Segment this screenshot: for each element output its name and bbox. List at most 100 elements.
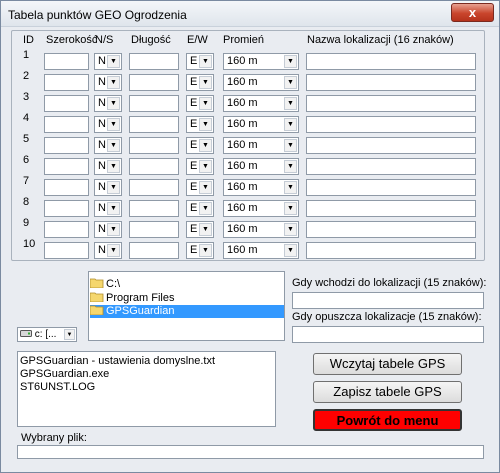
selected-file-field[interactable] — [17, 445, 484, 459]
longitude-input[interactable] — [129, 158, 179, 175]
chevron-down-icon[interactable]: ▼ — [107, 181, 120, 194]
chevron-down-icon[interactable]: ▼ — [107, 139, 120, 152]
longitude-input[interactable] — [129, 137, 179, 154]
ew-select[interactable]: E ▼ — [186, 179, 214, 196]
radius-select[interactable]: 160 m ▼ — [223, 137, 299, 154]
ew-select[interactable]: E ▼ — [186, 74, 214, 91]
longitude-input[interactable] — [129, 200, 179, 217]
radius-select[interactable]: 160 m ▼ — [223, 221, 299, 238]
chevron-down-icon[interactable]: ▼ — [284, 118, 297, 131]
longitude-input[interactable] — [129, 242, 179, 259]
ew-select[interactable]: E ▼ — [186, 200, 214, 217]
ew-select[interactable]: E ▼ — [186, 53, 214, 70]
load-gps-table-button[interactable]: Wczytaj tabele GPS — [313, 353, 462, 375]
location-name-input[interactable] — [306, 221, 476, 238]
radius-select[interactable]: 160 m ▼ — [223, 95, 299, 112]
dir-item-gpsguardian[interactable]: GPSGuardian — [90, 305, 284, 318]
file-item[interactable]: ST6UNST.LOG — [20, 381, 95, 393]
chevron-down-icon[interactable]: ▼ — [284, 97, 297, 110]
chevron-down-icon[interactable]: ▼ — [107, 202, 120, 215]
latitude-input[interactable] — [44, 116, 89, 133]
latitude-input[interactable] — [44, 179, 89, 196]
ns-select[interactable]: N ▼ — [94, 158, 122, 175]
location-name-input[interactable] — [306, 137, 476, 154]
longitude-input[interactable] — [129, 53, 179, 70]
longitude-input[interactable] — [129, 116, 179, 133]
longitude-input[interactable] — [129, 221, 179, 238]
chevron-down-icon[interactable]: ▼ — [199, 202, 212, 215]
longitude-input[interactable] — [129, 179, 179, 196]
chevron-down-icon[interactable]: ▼ — [199, 76, 212, 89]
ns-select[interactable]: N ▼ — [94, 95, 122, 112]
ew-select[interactable]: E ▼ — [186, 116, 214, 133]
radius-select[interactable]: 160 m ▼ — [223, 158, 299, 175]
chevron-down-icon[interactable]: ▼ — [199, 55, 212, 68]
ns-select[interactable]: N ▼ — [94, 200, 122, 217]
location-name-input[interactable] — [306, 179, 476, 196]
chevron-down-icon[interactable]: ▼ — [199, 139, 212, 152]
chevron-down-icon[interactable]: ▼ — [107, 55, 120, 68]
ew-select[interactable]: E ▼ — [186, 95, 214, 112]
location-name-input[interactable] — [306, 95, 476, 112]
chevron-down-icon[interactable]: ▼ — [64, 329, 75, 340]
save-gps-table-button[interactable]: Zapisz tabele GPS — [313, 381, 462, 403]
radius-select[interactable]: 160 m ▼ — [223, 116, 299, 133]
chevron-down-icon[interactable]: ▼ — [284, 244, 297, 257]
file-list[interactable]: GPSGuardian - ustawienia domyslne.txt GP… — [17, 351, 276, 427]
chevron-down-icon[interactable]: ▼ — [199, 223, 212, 236]
ew-select[interactable]: E ▼ — [186, 137, 214, 154]
exit-location-input[interactable] — [292, 326, 484, 343]
location-name-input[interactable] — [306, 116, 476, 133]
latitude-input[interactable] — [44, 221, 89, 238]
chevron-down-icon[interactable]: ▼ — [199, 118, 212, 131]
chevron-down-icon[interactable]: ▼ — [284, 181, 297, 194]
radius-select[interactable]: 160 m ▼ — [223, 74, 299, 91]
chevron-down-icon[interactable]: ▼ — [107, 76, 120, 89]
chevron-down-icon[interactable]: ▼ — [284, 76, 297, 89]
chevron-down-icon[interactable]: ▼ — [199, 181, 212, 194]
file-item[interactable]: GPSGuardian - ustawienia domyslne.txt — [20, 355, 215, 367]
chevron-down-icon[interactable]: ▼ — [107, 97, 120, 110]
latitude-input[interactable] — [44, 74, 89, 91]
close-button[interactable]: x — [451, 3, 494, 22]
location-name-input[interactable] — [306, 242, 476, 259]
chevron-down-icon[interactable]: ▼ — [284, 223, 297, 236]
latitude-input[interactable] — [44, 53, 89, 70]
radius-select[interactable]: 160 m ▼ — [223, 200, 299, 217]
ns-select[interactable]: N ▼ — [94, 242, 122, 259]
latitude-input[interactable] — [44, 137, 89, 154]
chevron-down-icon[interactable]: ▼ — [284, 55, 297, 68]
chevron-down-icon[interactable]: ▼ — [199, 244, 212, 257]
chevron-down-icon[interactable]: ▼ — [107, 160, 120, 173]
ns-select[interactable]: N ▼ — [94, 221, 122, 238]
location-name-input[interactable] — [306, 53, 476, 70]
chevron-down-icon[interactable]: ▼ — [284, 160, 297, 173]
dir-item-program-files[interactable]: Program Files — [90, 292, 174, 305]
radius-select[interactable]: 160 m ▼ — [223, 53, 299, 70]
back-to-menu-button[interactable]: Powrót do menu — [313, 409, 462, 431]
latitude-input[interactable] — [44, 200, 89, 217]
latitude-input[interactable] — [44, 158, 89, 175]
ns-select[interactable]: N ▼ — [94, 179, 122, 196]
chevron-down-icon[interactable]: ▼ — [199, 97, 212, 110]
longitude-input[interactable] — [129, 95, 179, 112]
ns-select[interactable]: N ▼ — [94, 53, 122, 70]
file-item[interactable]: GPSGuardian.exe — [20, 368, 109, 380]
chevron-down-icon[interactable]: ▼ — [107, 223, 120, 236]
latitude-input[interactable] — [44, 242, 89, 259]
ns-select[interactable]: N ▼ — [94, 74, 122, 91]
ew-select[interactable]: E ▼ — [186, 158, 214, 175]
chevron-down-icon[interactable]: ▼ — [107, 244, 120, 257]
directory-list[interactable]: C:\ Program Files GPSGuardian — [88, 271, 285, 341]
location-name-input[interactable] — [306, 74, 476, 91]
drive-select[interactable]: c: [... ▼ — [17, 327, 77, 342]
title-bar[interactable]: Tabela punktów GEO Ogrodzenia x — [1, 1, 499, 27]
dir-item-root[interactable]: C:\ — [90, 278, 120, 291]
ns-select[interactable]: N ▼ — [94, 116, 122, 133]
ew-select[interactable]: E ▼ — [186, 242, 214, 259]
longitude-input[interactable] — [129, 74, 179, 91]
ns-select[interactable]: N ▼ — [94, 137, 122, 154]
chevron-down-icon[interactable]: ▼ — [284, 139, 297, 152]
radius-select[interactable]: 160 m ▼ — [223, 242, 299, 259]
latitude-input[interactable] — [44, 95, 89, 112]
